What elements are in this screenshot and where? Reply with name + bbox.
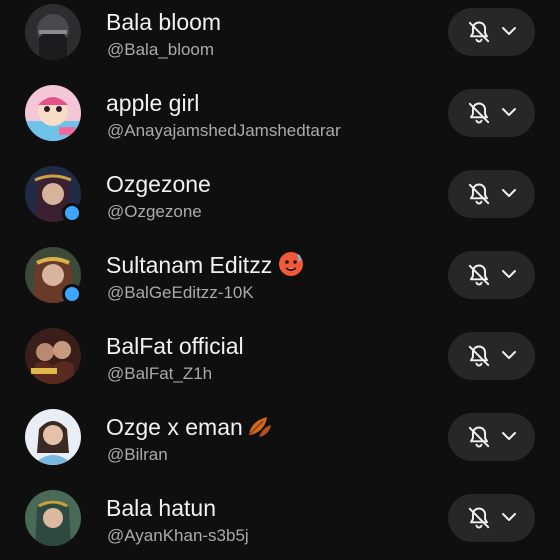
channel-handle: @Ozgezone [107,202,202,221]
channel-handle: @Bilran [107,445,168,464]
channel-avatar[interactable] [25,85,81,141]
channel-avatar-wrap[interactable] [25,85,81,141]
channel-avatar-wrap[interactable] [25,328,81,384]
channel-name[interactable]: Sultanam Editzz [106,251,304,279]
channel-name[interactable]: BalFat official [106,332,244,360]
channel-handle: @BalFat_Z1h [107,364,213,383]
bell-off-icon [466,505,492,531]
channel-row[interactable]: Bala bloom @Bala_bloom [0,0,560,69]
channel-name-text: Ozge x eman [106,414,243,440]
notification-settings-button[interactable] [448,170,535,218]
channel-row[interactable]: BalFat official @BalFat_Z1h [0,312,560,393]
channel-row[interactable]: Bala hatun @AyanKhan-s3b5j [0,474,560,555]
channel-avatar-wrap[interactable] [25,166,82,223]
chevron-down-icon [501,349,517,361]
notification-settings-button[interactable] [448,8,535,56]
new-content-indicator [62,284,82,304]
bell-off-icon [466,343,492,369]
notification-settings-button[interactable] [448,494,535,542]
chevron-down-icon [501,187,517,199]
channel-avatar[interactable] [25,409,81,465]
channel-name[interactable]: Ozge x eman [106,413,273,441]
chevron-down-icon [501,430,517,442]
hot-face-emoji [279,252,304,276]
chevron-down-icon [501,268,517,280]
notification-settings-button[interactable] [448,332,535,380]
channel-avatar-wrap[interactable] [25,490,81,546]
channel-handle: @BalGeEditzz-10K [107,283,254,302]
channel-name-text: Sultanam Editzz [106,252,273,278]
channel-name[interactable]: apple girl [106,89,199,117]
bell-off-icon [466,19,492,45]
channel-avatar[interactable] [25,4,81,60]
channel-avatar-wrap[interactable] [25,247,82,304]
channel-row[interactable]: Ozgezone @Ozgezone [0,150,560,231]
channel-row[interactable]: Sultanam Editzz @BalGeEditzz-10K [0,231,560,312]
chevron-down-icon [501,511,517,523]
channel-name[interactable]: Ozgezone [106,170,211,198]
fallen-leaf-emoji [248,417,271,437]
chevron-down-icon [501,106,517,118]
bell-off-icon [466,181,492,207]
chevron-down-icon [501,25,517,37]
channel-handle: @Bala_bloom [107,40,215,59]
bell-off-icon [466,262,492,288]
bell-off-icon [466,100,492,126]
channel-avatar-wrap[interactable] [25,409,81,465]
new-content-indicator [62,203,82,223]
notification-settings-button[interactable] [448,89,535,137]
subscriptions-list: Bala bloom @Bala_bloom apple girl @Anaya… [0,0,560,555]
channel-handle: @AyanKhan-s3b5j [107,526,249,545]
channel-avatar-wrap[interactable] [25,4,81,60]
notification-settings-button[interactable] [448,251,535,299]
channel-handle: @AnayajamshedJamshedtarar [107,121,341,140]
channel-avatar[interactable] [25,328,81,384]
channel-row[interactable]: Ozge x eman @Bilran [0,393,560,474]
channel-name[interactable]: Bala bloom [106,8,221,36]
channel-avatar[interactable] [25,490,81,546]
bell-off-icon [466,424,492,450]
channel-row[interactable]: apple girl @AnayajamshedJamshedtarar [0,69,560,150]
channel-name[interactable]: Bala hatun [106,494,216,522]
notification-settings-button[interactable] [448,413,535,461]
